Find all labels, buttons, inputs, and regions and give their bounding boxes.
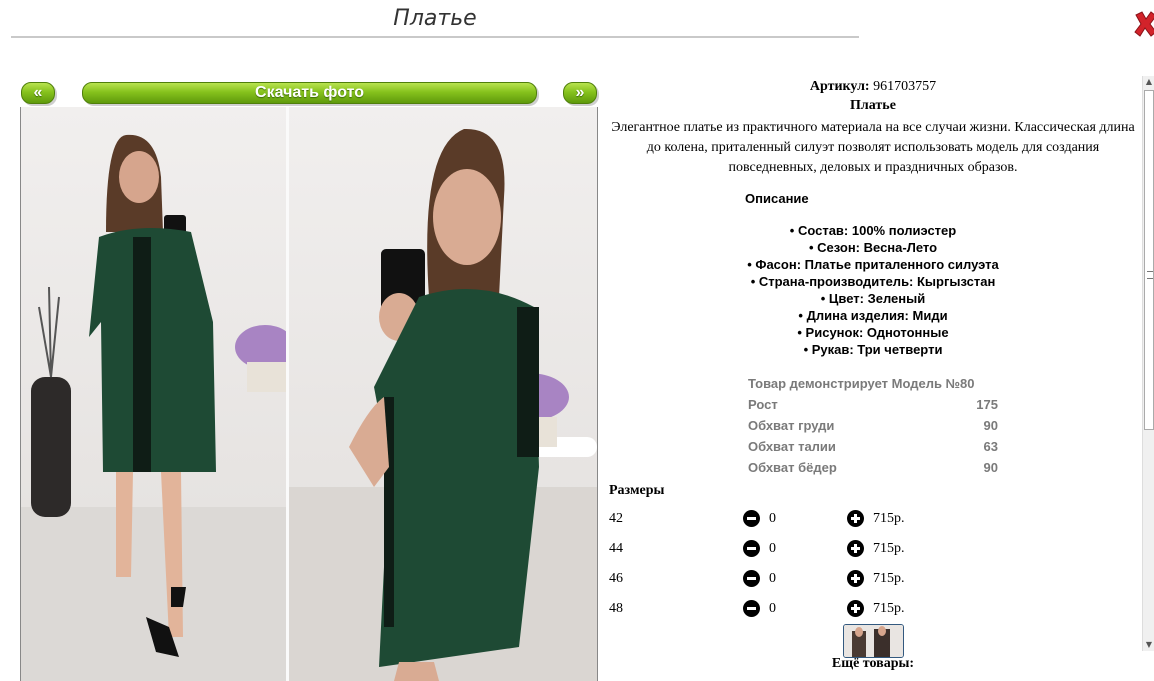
model-param-value: 90 [983, 418, 998, 433]
features-list: • Состав: 100% полиэстер • Сезон: Весна-… [608, 222, 1138, 358]
model-param-row: Обхват бёдер 90 [748, 457, 998, 478]
model-param-row: Рост 175 [748, 394, 998, 415]
title-divider [11, 36, 859, 38]
page-title: Платье [393, 6, 477, 31]
model-param-row: Обхват груди 90 [748, 415, 998, 436]
quantity-value: 0 [769, 541, 776, 556]
feature-item: • Фасон: Платье приталенного силуэта [747, 257, 999, 272]
model-param-value: 63 [983, 439, 998, 454]
model-param-row: Обхват талии 63 [748, 436, 998, 457]
article-line: Артикул: 961703757 [608, 79, 1138, 95]
product-photo-selfie [289, 107, 598, 681]
feature-item: • Рукав: Три четверти [803, 342, 943, 357]
scrollbar-thumb[interactable] [1144, 90, 1154, 430]
model-param-label: Обхват талии [748, 439, 836, 454]
quantity-value: 0 [769, 601, 776, 616]
vase-decor [31, 377, 71, 517]
product-description: Элегантное платье из практичного материа… [611, 120, 1135, 175]
scroll-down-arrow-icon[interactable]: ▼ [1143, 639, 1154, 651]
size-row: 44 0 715р. [608, 540, 1138, 571]
quantity-value: 0 [769, 571, 776, 586]
model-param-label: Рост [748, 397, 778, 412]
article-value: 961703757 [873, 79, 937, 94]
feature-item: • Рисунок: Однотонные [797, 325, 949, 340]
size-label: 46 [609, 571, 623, 586]
feature-item: • Длина изделия: Миди [798, 308, 948, 323]
model-param-label: Товар демонстрирует Модель №80 [748, 376, 975, 391]
size-row: 46 0 715р. [608, 570, 1138, 601]
model-param-value: 175 [976, 397, 998, 412]
minus-circle-icon[interactable] [743, 570, 760, 587]
sizes-heading: Размеры [609, 483, 665, 498]
size-label: 42 [609, 511, 623, 526]
size-label: 48 [609, 601, 623, 616]
details-scrollbar[interactable]: ▲ ▼ [1142, 76, 1154, 651]
model-param-label: Обхват груди [748, 418, 835, 433]
minus-circle-icon[interactable] [743, 540, 760, 557]
product-photo-front [20, 107, 287, 681]
model-param-label: Обхват бёдер [748, 460, 837, 475]
minus-circle-icon[interactable] [743, 510, 760, 527]
product-details-panel: Артикул: 961703757 Платье Элегантное пла… [608, 76, 1138, 681]
download-photo-button[interactable]: Скачать фото [82, 82, 537, 104]
size-price: 715р. [873, 601, 905, 616]
size-price: 715р. [873, 541, 905, 556]
feature-item: • Состав: 100% полиэстер [789, 223, 957, 238]
model-params-table: Товар демонстрирует Модель №80 Рост 175 О… [748, 373, 998, 478]
related-product-thumbnail[interactable] [843, 624, 904, 658]
size-label: 44 [609, 541, 623, 556]
feature-item: • Страна-производитель: Кыргызстан [750, 274, 996, 289]
size-row: 42 0 715р. [608, 510, 1138, 541]
scroll-up-arrow-icon[interactable]: ▲ [1143, 76, 1154, 88]
size-price: 715р. [873, 571, 905, 586]
more-products-heading: Ещё товары: [831, 656, 915, 671]
plus-circle-icon[interactable] [847, 540, 864, 557]
close-icon[interactable] [1133, 9, 1154, 39]
model-param-value: 90 [983, 460, 998, 475]
previous-photo-button[interactable]: « [21, 82, 55, 104]
feature-item: • Цвет: Зеленый [820, 291, 926, 306]
model-param-row: Товар демонстрирует Модель №80 [748, 373, 998, 394]
features-heading: Описание [745, 191, 809, 206]
feature-item: • Сезон: Весна-Лето [808, 240, 938, 255]
plus-circle-icon[interactable] [847, 510, 864, 527]
minus-circle-icon[interactable] [743, 600, 760, 617]
quantity-value: 0 [769, 511, 776, 526]
scrollbar-grip-icon [1147, 271, 1153, 279]
plus-circle-icon[interactable] [847, 570, 864, 587]
size-price: 715р. [873, 511, 905, 526]
plus-circle-icon[interactable] [847, 600, 864, 617]
article-label: Артикул: [809, 79, 870, 94]
product-name: Платье [850, 98, 896, 113]
next-photo-button[interactable]: » [563, 82, 597, 104]
